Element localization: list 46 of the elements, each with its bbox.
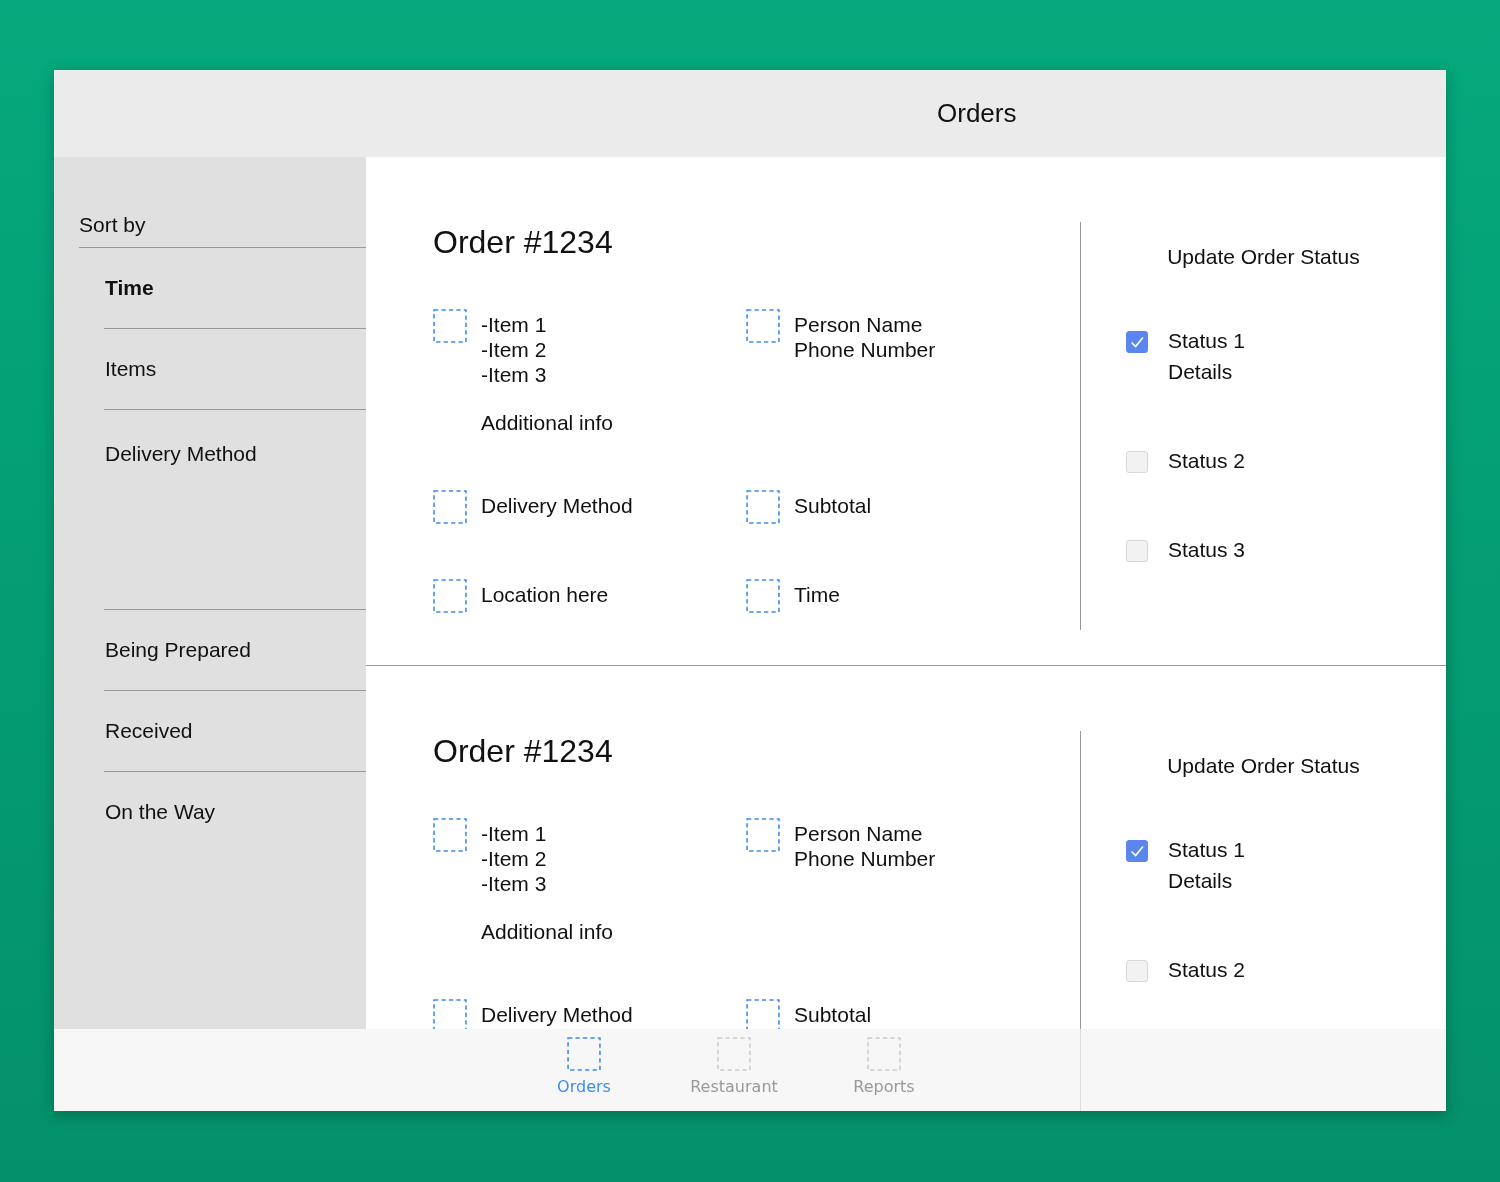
- field-text: -Item 3: [481, 362, 548, 387]
- checkbox[interactable]: [1126, 331, 1148, 353]
- status-label: Status 2: [1168, 957, 1246, 983]
- field-text: Delivery Method: [481, 493, 633, 518]
- field-text: Person Name: [794, 312, 924, 337]
- field-text: Delivery Method: [481, 1002, 633, 1027]
- placeholder-icon: [433, 309, 467, 343]
- field-note: Additional info: [481, 919, 613, 944]
- placeholder-icon: [867, 1037, 901, 1071]
- field-note: Additional info: [481, 410, 613, 435]
- placeholder-icon: [433, 490, 467, 524]
- field-text: Subtotal: [794, 1002, 872, 1027]
- field-text: Location here: [481, 582, 609, 607]
- placeholder-icon: [746, 818, 780, 852]
- status-heading: Update Order Status: [1166, 754, 1361, 778]
- placeholder-icon: [746, 999, 780, 1029]
- field-text: -Item 3: [481, 871, 548, 896]
- placeholder-icon: [433, 818, 467, 852]
- placeholder-icon: [746, 579, 780, 613]
- status-label: Status 2: [1168, 448, 1246, 474]
- field-text: -Item 1: [481, 821, 548, 846]
- placeholder-icon: [433, 579, 467, 613]
- field-text: Phone Number: [794, 337, 936, 362]
- placeholder-icon: [746, 309, 780, 343]
- field-text: Person Name: [794, 821, 924, 846]
- status-details: Details: [1168, 868, 1234, 894]
- checkbox[interactable]: [1126, 840, 1148, 862]
- placeholder-icon: [717, 1037, 751, 1071]
- field-text: -Item 2: [481, 846, 548, 871]
- status-label: Status 1: [1168, 328, 1246, 354]
- field-text: Phone Number: [794, 846, 936, 871]
- status-label: Status 3: [1168, 537, 1246, 563]
- order-title: Order #1234: [433, 732, 614, 771]
- placeholder-icon: [746, 490, 780, 524]
- filter-option[interactable]: On the Way: [104, 772, 366, 852]
- status-heading: Update Order Status: [1166, 245, 1361, 269]
- field-text: -Item 1: [481, 312, 548, 337]
- status-details: Details: [1168, 359, 1234, 385]
- placeholder-icon: [433, 999, 467, 1029]
- field-text: Subtotal: [794, 493, 872, 518]
- order-title: Order #1234: [433, 223, 614, 262]
- field-text: Time: [794, 582, 840, 607]
- status-label: Status 1: [1168, 837, 1246, 863]
- window-title: Orders: [937, 98, 1017, 129]
- placeholder-icon: [567, 1037, 601, 1071]
- field-text: -Item 2: [481, 337, 548, 362]
